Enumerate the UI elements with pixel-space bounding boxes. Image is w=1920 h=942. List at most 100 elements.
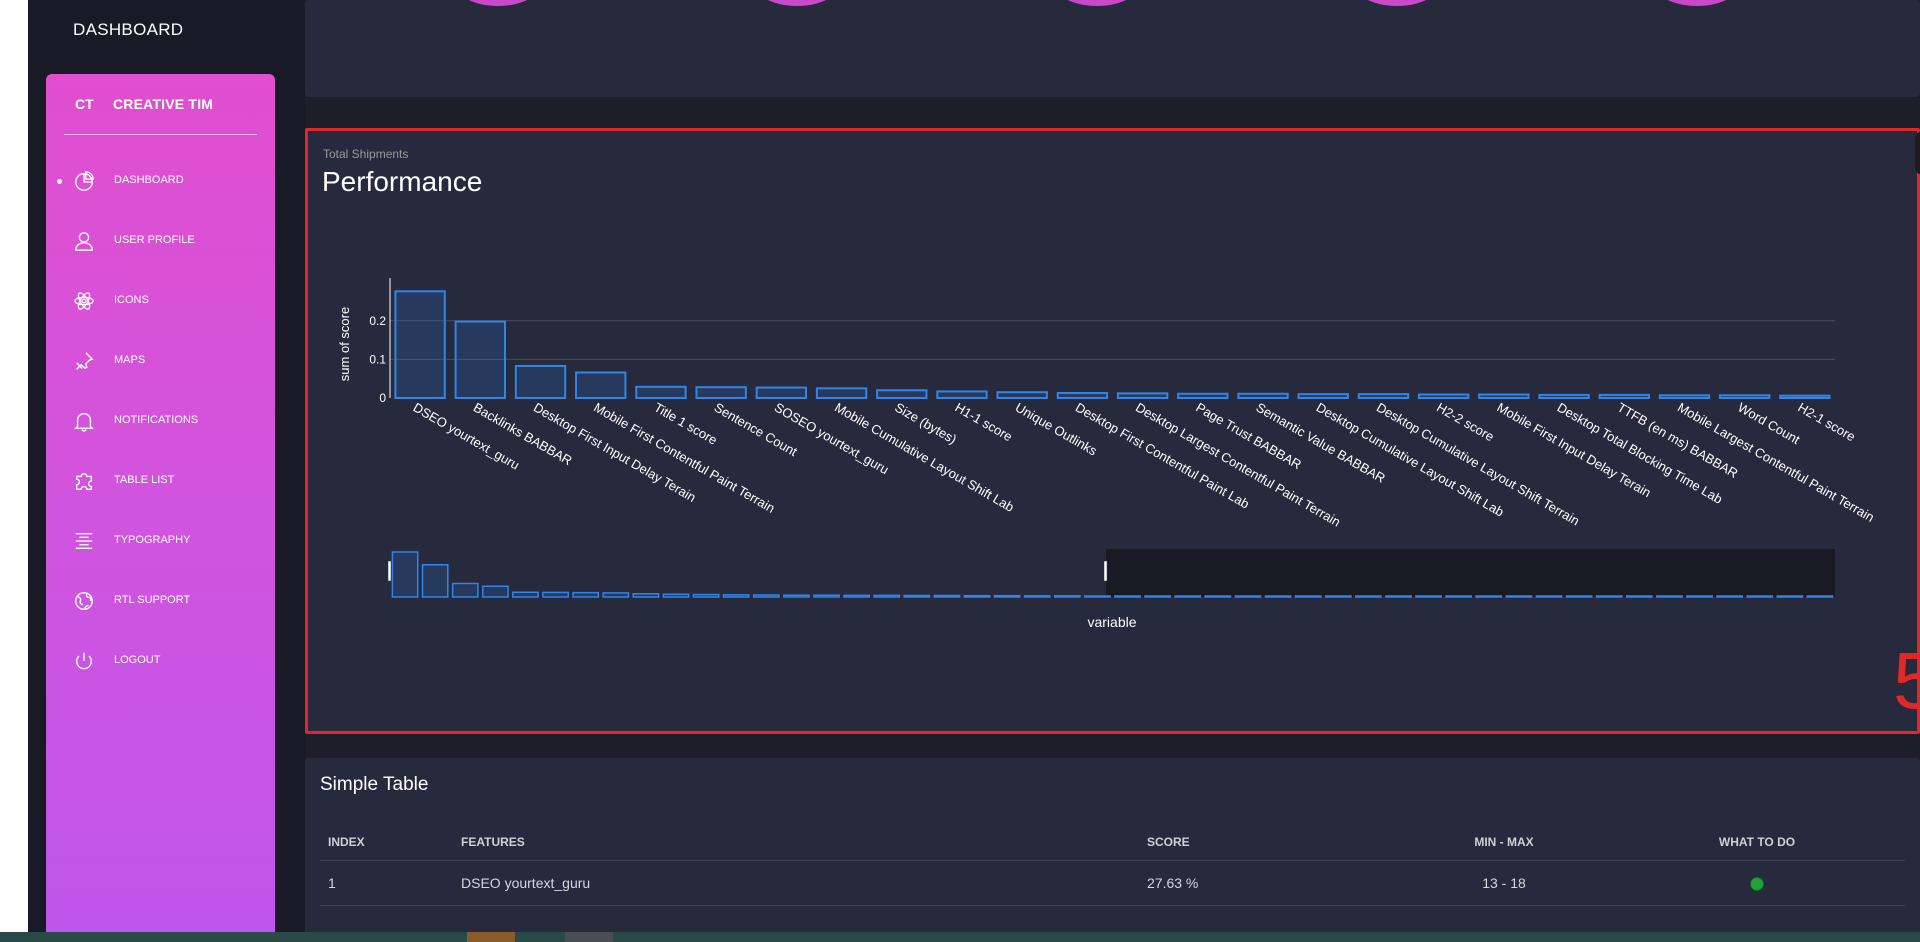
sidebar-nav: DASHBOARD USER PROFILE ICONS MAPS NOTIFI… <box>46 162 275 702</box>
table-header-row: INDEX FEATURES SCORE MIN - MAX WHAT TO D… <box>320 824 1905 861</box>
range-slider-handle-left <box>387 560 392 582</box>
sidebar-item-label: USER PROFILE <box>114 234 195 246</box>
sidebar-item-user-profile[interactable]: USER PROFILE <box>46 222 275 282</box>
brand-name[interactable]: CREATIVE TIM <box>113 96 213 112</box>
sidebar-title: DASHBOARD <box>73 20 184 39</box>
header-score: SCORE <box>1139 824 1399 861</box>
chart-bar <box>1297 393 1349 400</box>
settings-toggle[interactable] <box>1915 131 1920 175</box>
range-slider-bar <box>572 591 600 598</box>
range-slider-bar <box>873 594 901 598</box>
range-slider-bar <box>1535 595 1563 598</box>
range-slider-bar <box>722 594 750 598</box>
range-slider-bar <box>1656 595 1683 598</box>
world-icon <box>73 590 95 612</box>
sidebar-item-label: ICONS <box>114 294 149 306</box>
brand[interactable]: CT CREATIVE TIM <box>46 74 275 136</box>
range-slider-bar <box>1324 595 1352 598</box>
range-slider-bar <box>1686 595 1713 598</box>
stat-circle <box>1352 0 1442 6</box>
chart-bar <box>1417 393 1470 400</box>
range-slider-bar <box>602 592 630 598</box>
range-slider-bar <box>421 564 449 598</box>
performance-chart[interactable]: 0 0.1 0.2 sum of score DSEO yourtext_guruBac… <box>308 131 1918 731</box>
stat-circle <box>1652 0 1742 6</box>
sidebar-item-logout[interactable]: LOGOUT <box>46 642 275 702</box>
range-slider-bar <box>1415 595 1442 598</box>
app-page: DASHBOARD CT CREATIVE TIM DASHBOARD USER… <box>28 0 1920 932</box>
sidebar-item-icons[interactable]: ICONS <box>46 282 275 342</box>
sidebar-item-notifications[interactable]: NOTIFICATIONS <box>46 402 275 462</box>
header-min-max: MIN - MAX <box>1399 824 1609 861</box>
chart-bar <box>815 387 868 399</box>
sidebar-item-typography[interactable]: TYPOGRAPHY <box>46 522 275 582</box>
range-slider-bar <box>843 594 871 598</box>
range-slider-bar <box>481 585 509 598</box>
annotation-number: 5 <box>1893 636 1920 725</box>
sidebar-item-maps[interactable]: MAPS <box>46 342 275 402</box>
x-tick-label: H2-1 score <box>1795 400 1858 445</box>
sidebar-item-label: NOTIFICATIONS <box>114 414 199 426</box>
sidebar: CT CREATIVE TIM DASHBOARD USER PROFILE I… <box>46 74 275 932</box>
y-tick-label: 0.1 <box>369 352 386 366</box>
chart-bar <box>755 386 808 400</box>
user-icon <box>73 230 95 252</box>
status-ok-icon <box>1750 876 1764 891</box>
chart-bar <box>1658 394 1711 399</box>
performance-card: Total Shipments Performance 0 0.1 0.2 sum o… <box>305 128 1920 734</box>
range-slider-bar <box>451 582 479 598</box>
chart-bar <box>996 391 1048 400</box>
brand-logo[interactable]: CT <box>75 96 94 112</box>
sidebar-item-label: RTL SUPPORT <box>114 594 191 606</box>
range-slider-bar <box>542 591 569 598</box>
taskbar-strip <box>0 932 1920 942</box>
y-tick-label: 0.2 <box>369 314 386 328</box>
sidebar-item-label: DASHBOARD <box>114 174 184 186</box>
sidebar-item-rtl-support[interactable]: RTL SUPPORT <box>46 582 275 642</box>
range-slider-bar <box>993 594 1021 598</box>
range-slider-bar <box>1053 595 1081 598</box>
x-tick-label: DSEO yourtext_guru <box>411 400 522 473</box>
cell-score: 27.63 % <box>1139 860 1399 906</box>
y-tick-label: 0 <box>379 391 386 405</box>
sidebar-item-table-list[interactable]: TABLE LIST <box>46 462 275 522</box>
sidebar-item-dashboard[interactable]: DASHBOARD <box>46 162 275 222</box>
range-slider-bar <box>1174 595 1202 598</box>
taskbar-item[interactable] <box>565 932 613 942</box>
active-indicator <box>57 179 62 184</box>
table-title: Simple Table <box>320 774 429 795</box>
range-slider-bar <box>1204 595 1232 598</box>
table-row: 1 DSEO yourtext_guru 27.63 % 13 - 18 <box>320 860 1905 906</box>
chart-bar <box>1719 394 1771 399</box>
range-slider-bar <box>1716 595 1744 598</box>
header-what-to-do: WHAT TO DO <box>1609 824 1905 861</box>
header-features: FEATURES <box>453 824 1139 861</box>
cell-feature: DSEO yourtext_guru <box>453 860 1139 906</box>
taskbar-item[interactable] <box>467 932 515 942</box>
range-slider-bar <box>1023 595 1051 598</box>
x-tick-label: Backlinks BABBAR <box>471 400 575 469</box>
chart-bar <box>514 364 567 399</box>
chart-bar <box>1538 393 1590 399</box>
range-slider-bar <box>1354 595 1382 598</box>
sidebar-background: DASHBOARD CT CREATIVE TIM DASHBOARD USER… <box>28 0 305 932</box>
header-index: INDEX <box>320 824 453 861</box>
pin-icon <box>73 350 95 372</box>
chart-bar <box>1598 393 1650 399</box>
range-slider-bar <box>391 551 419 598</box>
simple-table: INDEX FEATURES SCORE MIN - MAX WHAT TO D… <box>320 824 1905 906</box>
chart-bar <box>1357 393 1410 400</box>
chart-bar <box>1116 392 1169 399</box>
x-axis-label: variable <box>1087 614 1136 630</box>
range-slider-bar <box>1234 595 1262 598</box>
x-tick-label: SOSEO yourtext_guru <box>772 400 892 478</box>
stat-circle <box>1052 0 1142 6</box>
range-slider-bar <box>1264 595 1292 598</box>
range-slider-bar <box>512 591 539 598</box>
puzzle-icon <box>73 470 95 492</box>
range-slider-handle-right <box>1103 560 1108 582</box>
chart-bar <box>394 290 446 399</box>
x-tick-label: H1-1 score <box>952 400 1015 445</box>
range-slider-bar <box>1776 595 1804 598</box>
chart-bar <box>1056 391 1109 399</box>
